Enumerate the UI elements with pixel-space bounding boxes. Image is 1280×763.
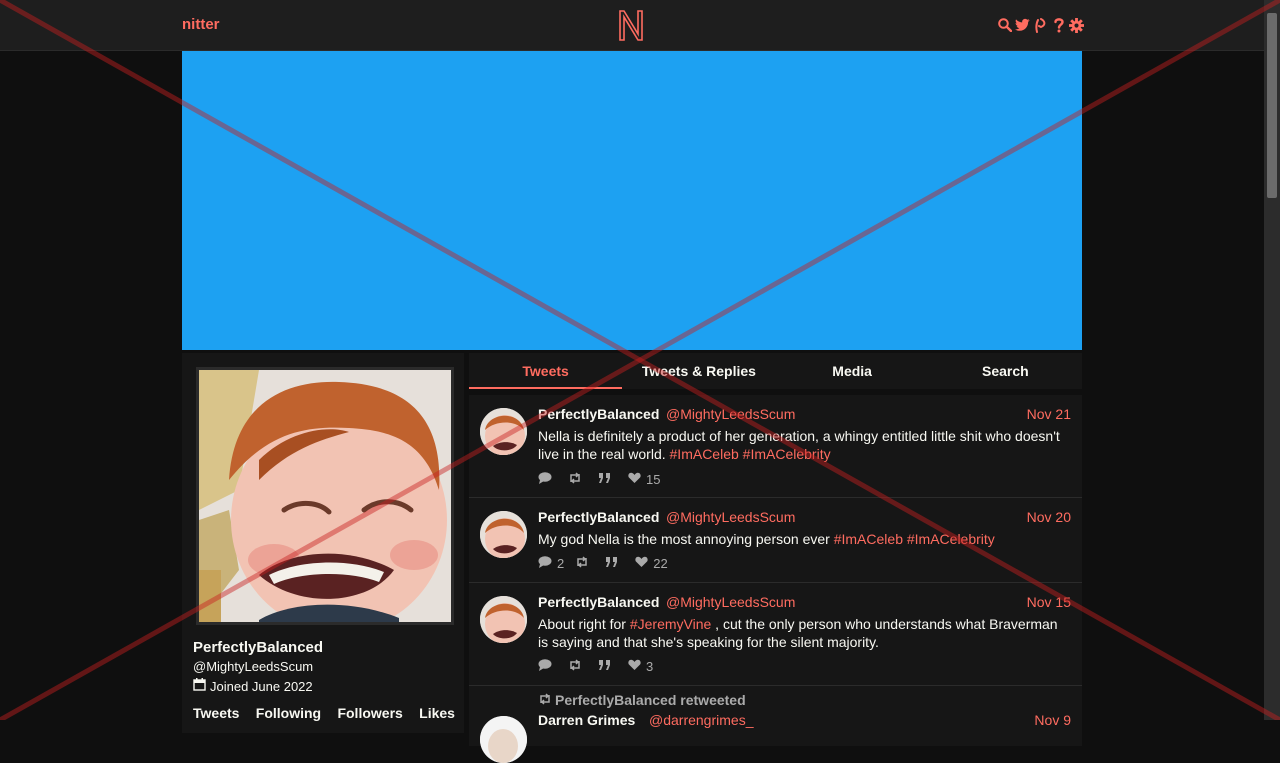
retweet-stat[interactable]	[568, 472, 587, 487]
stat-followers[interactable]: Followers	[337, 705, 402, 721]
comment-icon	[538, 556, 552, 571]
retweet-icon	[568, 659, 582, 674]
nitter-logo-icon[interactable]	[617, 9, 645, 44]
reply-stat[interactable]	[538, 659, 557, 674]
tweet-item[interactable]: PerfectlyBalanced @MightyLeedsScum Nov 1…	[469, 583, 1082, 686]
profile-name[interactable]: PerfectlyBalanced	[193, 639, 323, 656]
tweet-date[interactable]: Nov 9	[1034, 712, 1071, 728]
like-stat[interactable]: 15	[628, 472, 660, 487]
help-icon[interactable]	[1051, 16, 1066, 34]
profile-handle[interactable]: @MightyLeedsScum	[193, 659, 313, 674]
stat-tweets[interactable]: Tweets	[193, 705, 239, 721]
stat-likes[interactable]: Likes	[419, 705, 455, 721]
tweet-text-before: About right for	[538, 616, 626, 632]
calendar-icon	[193, 678, 206, 694]
quote-stat[interactable]	[598, 472, 617, 487]
profile-joined-text: Joined June 2022	[210, 678, 313, 694]
tweet-stats: 2 22	[538, 556, 668, 571]
tweet-author-name[interactable]: PerfectlyBalanced	[538, 406, 659, 422]
like-count: 3	[646, 659, 654, 674]
retweet-icon	[568, 472, 582, 487]
hashtag-link[interactable]: #ImACelebrity	[743, 446, 831, 462]
hashtag-link[interactable]: #ImACelebrity	[907, 531, 995, 547]
like-stat[interactable]: 22	[635, 556, 668, 571]
tab-row: Tweets Tweets & Replies Media Search	[469, 353, 1082, 389]
retweet-header: PerfectlyBalanced retweeted	[538, 692, 746, 708]
tweet-item[interactable]: PerfectlyBalanced @MightyLeedsScum Nov 2…	[469, 498, 1082, 583]
search-icon[interactable]	[997, 16, 1012, 34]
quote-stat[interactable]	[605, 556, 624, 571]
reply-stat[interactable]	[538, 472, 557, 487]
quote-icon	[598, 659, 612, 674]
hashtag-link[interactable]: #ImACeleb	[834, 531, 903, 547]
like-count: 22	[653, 556, 668, 571]
tweet-author-name[interactable]: PerfectlyBalanced	[538, 594, 659, 610]
profile-banner[interactable]	[182, 51, 1082, 350]
quote-icon	[605, 556, 619, 571]
timeline: Tweets Tweets & Replies Media Search Per…	[469, 353, 1082, 763]
profile-card: PerfectlyBalanced @MightyLeedsScum Joine…	[182, 353, 464, 733]
tab-search[interactable]: Search	[929, 353, 1082, 389]
tweet-author-handle[interactable]: @MightyLeedsScum	[666, 594, 795, 610]
tweet-stats: 15	[538, 472, 660, 487]
scrollbar-thumb[interactable]	[1267, 13, 1277, 198]
reply-stat[interactable]: 2	[538, 556, 564, 571]
tweet-avatar[interactable]	[480, 511, 527, 558]
comment-icon	[538, 659, 552, 674]
tab-tweets[interactable]: Tweets	[469, 353, 623, 389]
gear-icon[interactable]	[1069, 16, 1084, 34]
tweet-author-handle[interactable]: @darrengrimes_	[649, 712, 753, 728]
nav-icons	[997, 16, 1084, 34]
twitter-bird-icon[interactable]	[1015, 16, 1030, 34]
heart-icon	[635, 556, 648, 571]
tweet-text: About right for #JeremyVine , cut the on…	[538, 615, 1068, 651]
heart-icon	[628, 659, 641, 674]
tweet-author-name[interactable]: PerfectlyBalanced	[538, 509, 659, 525]
tweet-item[interactable]: PerfectlyBalanced @MightyLeedsScum Nov 2…	[469, 395, 1082, 498]
stat-following[interactable]: Following	[256, 705, 321, 721]
tweet-author-handle[interactable]: @MightyLeedsScum	[666, 406, 795, 422]
like-stat[interactable]: 3	[628, 659, 653, 674]
comment-icon	[538, 472, 552, 487]
tweet-avatar[interactable]	[480, 596, 527, 643]
tweet-date[interactable]: Nov 15	[1027, 594, 1071, 610]
tweet-avatar[interactable]	[480, 408, 527, 455]
hashtag-link[interactable]: #JeremyVine	[630, 616, 711, 632]
hashtag-link[interactable]: #ImACeleb	[670, 446, 739, 462]
tab-tweets-replies[interactable]: Tweets & Replies	[622, 353, 775, 389]
tweet-date[interactable]: Nov 20	[1027, 509, 1071, 525]
retweet-stat[interactable]	[575, 556, 594, 571]
navbar: nitter	[0, 0, 1264, 51]
tweet-text-body: My god Nella is the most annoying person…	[538, 531, 830, 547]
tweet-text: My god Nella is the most annoying person…	[538, 530, 1068, 548]
brand-link[interactable]: nitter	[182, 16, 220, 33]
tweet-text: Nella is definitely a product of her gen…	[538, 427, 1068, 463]
profile-avatar[interactable]	[196, 367, 454, 625]
tweet-author-handle[interactable]: @MightyLeedsScum	[666, 509, 795, 525]
retweet-icon	[575, 556, 589, 571]
tweet-stats: 3	[538, 659, 653, 674]
profile-joined: Joined June 2022	[193, 678, 313, 694]
profile-stats: Tweets Following Followers Likes	[193, 705, 455, 721]
reply-count: 2	[557, 556, 565, 571]
retweet-header-text: PerfectlyBalanced retweeted	[555, 692, 746, 708]
like-count: 15	[646, 472, 661, 487]
heart-icon	[628, 472, 641, 487]
quote-stat[interactable]	[598, 659, 617, 674]
tab-media[interactable]: Media	[776, 353, 929, 389]
quote-icon	[598, 472, 612, 487]
retweet-icon	[538, 692, 552, 708]
retweet-stat[interactable]	[568, 659, 587, 674]
page-scrollbar[interactable]	[1264, 0, 1280, 720]
tweet-item[interactable]: PerfectlyBalanced retweeted Darren Grime…	[469, 686, 1082, 763]
tweet-avatar[interactable]	[480, 716, 527, 763]
tweet-author-name[interactable]: Darren Grimes	[538, 712, 635, 728]
rss-icon[interactable]	[1033, 16, 1048, 34]
tweet-date[interactable]: Nov 21	[1027, 406, 1071, 422]
